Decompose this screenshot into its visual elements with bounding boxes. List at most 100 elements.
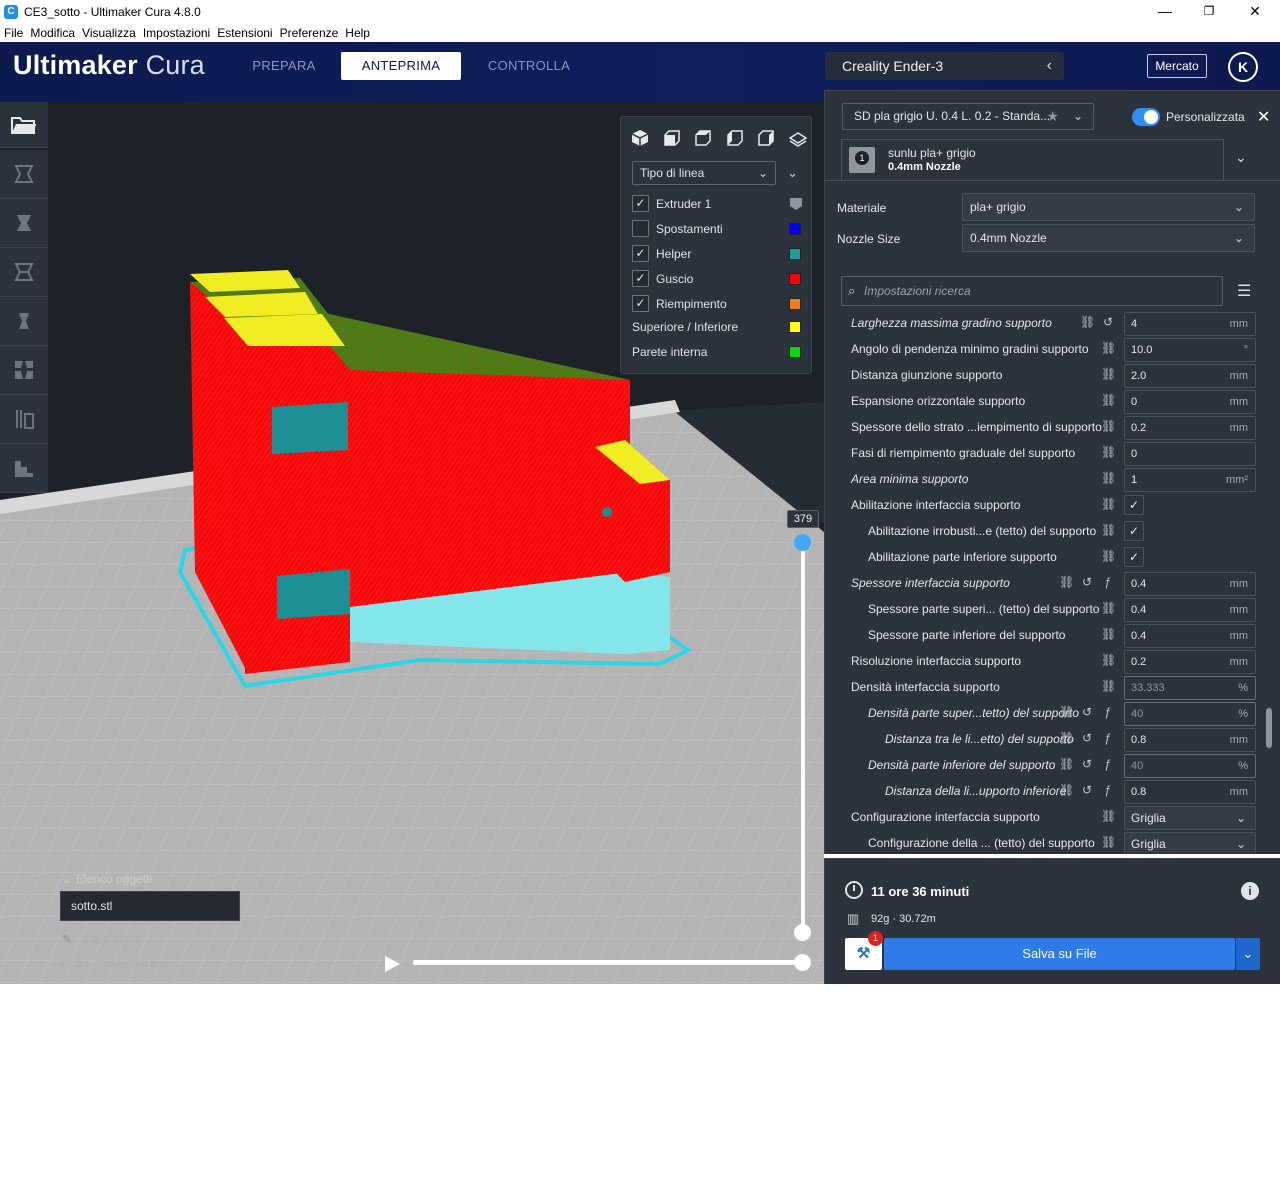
- custom-mode-toggle[interactable]: [1132, 108, 1160, 126]
- profile-selector[interactable]: SD pla grigio U. 0.4 L. 0.2 - Standa... …: [842, 103, 1094, 130]
- setting-value-input[interactable]: 0.2 mm: [1124, 650, 1256, 674]
- tab-controlla[interactable]: CONTROLLA: [480, 52, 578, 80]
- setting-value-input[interactable]: 0.4 mm: [1124, 624, 1256, 648]
- star-icon[interactable]: ★: [1046, 104, 1059, 129]
- function-icon[interactable]: ƒ: [1101, 731, 1115, 747]
- front-view-icon[interactable]: [663, 129, 681, 147]
- path-slider-track[interactable]: [413, 960, 803, 965]
- left-view-icon[interactable]: [726, 129, 744, 147]
- legend-collapse-icon[interactable]: ⌄: [787, 165, 798, 181]
- 3d-view-icon[interactable]: [631, 129, 649, 147]
- layflat-tool-button[interactable]: [0, 444, 48, 493]
- layer-slider-track[interactable]: [801, 542, 805, 934]
- setting-value-input[interactable]: 4 mm: [1124, 312, 1256, 336]
- close-window-button[interactable]: ✕: [1232, 0, 1278, 23]
- setting-value-input[interactable]: 10.0 °: [1124, 338, 1256, 362]
- setting-value-input[interactable]: 0.8 mm: [1124, 780, 1256, 804]
- tab-prepara[interactable]: PREPARA: [245, 52, 323, 80]
- per-model-settings-button[interactable]: [0, 346, 48, 395]
- path-slider-handle[interactable]: [794, 954, 811, 971]
- legend-item-infill[interactable]: ✓ Riempimento: [632, 294, 804, 314]
- save-to-file-button[interactable]: Salva su File: [884, 938, 1235, 970]
- legend-item-extruder[interactable]: ✓ Extruder 1: [632, 194, 804, 214]
- setting-value-input[interactable]: 0.4 mm: [1124, 598, 1256, 622]
- job-name[interactable]: ✎ CE3_sotto: [62, 932, 140, 946]
- chevron-down-icon[interactable]: ⌄: [1235, 149, 1247, 166]
- menu-help[interactable]: Help: [345, 26, 370, 40]
- scale-tool-button[interactable]: [0, 199, 48, 248]
- legend-item-travels[interactable]: Spostamenti: [632, 219, 804, 239]
- extruder-tab[interactable]: 1 sunlu pla+ grigio 0.4mm Nozzle: [841, 139, 1224, 181]
- object-list-item[interactable]: sotto.stl: [60, 891, 240, 921]
- setting-value-input[interactable]: 0.8 mm: [1124, 728, 1256, 752]
- object-list-toggle[interactable]: ⌄ Elenco oggetti: [62, 872, 152, 886]
- layer-view-icon[interactable]: [788, 129, 807, 147]
- checkbox-infill[interactable]: ✓: [632, 295, 649, 312]
- menu-file[interactable]: File: [4, 26, 23, 40]
- menu-modifica[interactable]: Modifica: [30, 26, 75, 40]
- settings-visibility-menu-icon[interactable]: ☰: [1237, 281, 1251, 300]
- checkbox-helper[interactable]: ✓: [632, 245, 649, 262]
- settings-scrollbar[interactable]: [1266, 708, 1272, 748]
- checkbox-travels[interactable]: [632, 220, 649, 237]
- rotate-tool-button[interactable]: [0, 248, 48, 297]
- setting-value-input[interactable]: 1 mm²: [1124, 468, 1256, 492]
- info-icon[interactable]: i: [1241, 882, 1259, 900]
- mirror-tool-button[interactable]: [0, 297, 48, 346]
- layer-slider-lower-handle[interactable]: [794, 924, 811, 941]
- reset-icon[interactable]: ↺: [1101, 315, 1115, 331]
- reset-icon[interactable]: ↺: [1080, 705, 1094, 721]
- legend-item-shell[interactable]: ✓ Guscio: [632, 269, 804, 289]
- top-view-icon[interactable]: [694, 129, 712, 147]
- checkbox-shell[interactable]: ✓: [632, 270, 649, 287]
- setting-dropdown[interactable]: Griglia ⌄: [1124, 832, 1256, 853]
- function-icon[interactable]: ƒ: [1101, 705, 1115, 721]
- tab-anteprima[interactable]: ANTEPRIMA: [341, 52, 461, 80]
- color-scheme-select[interactable]: Tipo di linea ⌄: [632, 161, 776, 185]
- setting-checkbox[interactable]: ✓: [1124, 495, 1144, 515]
- nozzle-size-select[interactable]: 0.4mm Nozzle ⌄: [962, 224, 1255, 252]
- account-avatar[interactable]: K: [1228, 52, 1258, 82]
- function-icon[interactable]: ƒ: [1101, 783, 1115, 799]
- setting-value-input[interactable]: 0.2 mm: [1124, 416, 1256, 440]
- close-icon[interactable]: ✕: [1257, 107, 1270, 127]
- setting-checkbox[interactable]: ✓: [1124, 547, 1144, 567]
- setting-value-input[interactable]: 40%: [1124, 702, 1256, 726]
- material-select[interactable]: pla+ grigio ⌄: [962, 193, 1255, 221]
- move-tool-button[interactable]: [0, 150, 48, 199]
- setting-dropdown[interactable]: Griglia ⌄: [1124, 806, 1256, 830]
- setting-value-input[interactable]: 2.0 mm: [1124, 364, 1256, 388]
- reset-icon[interactable]: ↺: [1080, 731, 1094, 747]
- setting-value-input[interactable]: 0 mm: [1124, 390, 1256, 414]
- setting-value-input[interactable]: 33.333%: [1124, 676, 1256, 700]
- setting-value-input[interactable]: 0.4 mm: [1124, 572, 1256, 596]
- setting-value-input[interactable]: 40%: [1124, 754, 1256, 778]
- open-file-button[interactable]: [0, 102, 48, 148]
- menu-impostazioni[interactable]: Impostazioni: [143, 26, 210, 40]
- function-icon[interactable]: ƒ: [1101, 757, 1115, 773]
- checkbox-extruder[interactable]: ✓: [632, 195, 649, 212]
- 3d-viewport[interactable]: Tipo di linea ⌄ ⌄ ✓ Extruder 1 Spostament…: [0, 102, 824, 984]
- play-icon[interactable]: [382, 954, 402, 974]
- support-blocker-button[interactable]: [0, 395, 48, 444]
- marketplace-button[interactable]: Mercato: [1147, 54, 1207, 78]
- setting-value-input[interactable]: 0: [1124, 442, 1256, 466]
- legend-item-helper[interactable]: ✓ Helper: [632, 244, 804, 264]
- menu-estensioni[interactable]: Estensioni: [217, 26, 272, 40]
- reset-icon[interactable]: ↺: [1080, 783, 1094, 799]
- setting-checkbox[interactable]: ✓: [1124, 521, 1144, 541]
- chevron-down-icon[interactable]: ⌄: [1236, 938, 1260, 970]
- printer-selector[interactable]: Creality Ender-3 ‹: [825, 52, 1064, 80]
- menu-preferenze[interactable]: Preferenze: [280, 26, 339, 40]
- menu-visualizza[interactable]: Visualizza: [82, 26, 136, 40]
- function-icon[interactable]: ƒ: [1101, 575, 1115, 591]
- maximize-button[interactable]: ❐: [1186, 0, 1232, 23]
- right-view-icon[interactable]: [757, 129, 775, 147]
- pencil-icon[interactable]: ✎: [62, 932, 84, 946]
- settings-search-input[interactable]: ⌕ Impostazioni ricerca: [841, 276, 1223, 306]
- minimize-button[interactable]: —: [1142, 0, 1188, 23]
- reset-icon[interactable]: ↺: [1080, 575, 1094, 591]
- layer-slider-upper-handle[interactable]: [794, 534, 811, 551]
- layer-number-input[interactable]: 379: [787, 510, 819, 528]
- reset-icon[interactable]: ↺: [1080, 757, 1094, 773]
